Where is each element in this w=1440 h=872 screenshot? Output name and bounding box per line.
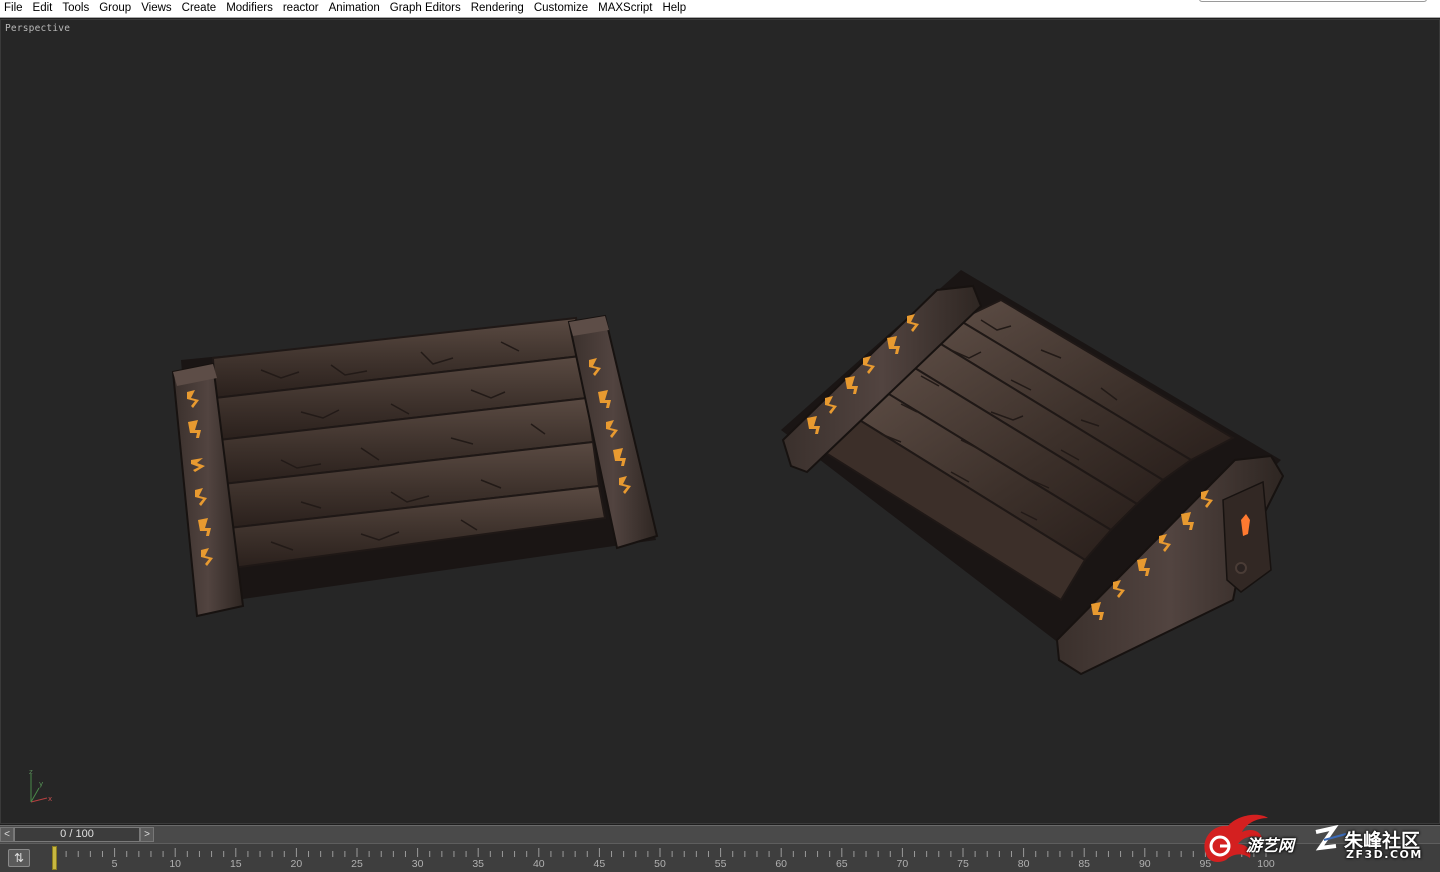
menu-edit[interactable]: Edit xyxy=(28,0,58,18)
menu-reactor[interactable]: reactor xyxy=(278,0,324,18)
menu-customize[interactable]: Customize xyxy=(529,0,593,18)
axis-x-label: x xyxy=(48,795,52,803)
perspective-viewport[interactable]: Perspective z y x xyxy=(0,19,1440,824)
time-slider-next-button[interactable]: > xyxy=(140,827,154,842)
menu-file[interactable]: File xyxy=(0,0,28,18)
ruler-label: 15 xyxy=(229,858,242,870)
time-slider-prev-button[interactable]: < xyxy=(0,827,14,842)
watermark-domain: ZF3D.COM xyxy=(1346,848,1423,861)
menu-graph-editors[interactable]: Graph Editors xyxy=(385,0,466,18)
ruler-label: 30 xyxy=(411,858,424,870)
menu-group[interactable]: Group xyxy=(94,0,136,18)
ruler-label: 40 xyxy=(532,858,545,870)
menu-create[interactable]: Create xyxy=(177,0,222,18)
menu-views[interactable]: Views xyxy=(136,0,176,18)
stair-model-right[interactable] xyxy=(781,270,1285,676)
ruler-label: 85 xyxy=(1078,858,1091,870)
ruler-label: 60 xyxy=(775,858,788,870)
ruler-label: 70 xyxy=(896,858,909,870)
ruler-label: 80 xyxy=(1017,858,1030,870)
watermark-site1: 游艺网 xyxy=(1246,836,1295,855)
ruler-label: 25 xyxy=(351,858,363,870)
axis-tripod-icon: z y x xyxy=(29,768,52,803)
ruler-label: 55 xyxy=(714,858,727,870)
menu-bar: File Edit Tools Group Views Create Modif… xyxy=(0,0,1440,18)
menu-help[interactable]: Help xyxy=(657,0,691,18)
ruler-label: 45 xyxy=(593,858,606,870)
menu-modifiers[interactable]: Modifiers xyxy=(221,0,278,18)
menu-rendering[interactable]: Rendering xyxy=(466,0,529,18)
menu-tools[interactable]: Tools xyxy=(57,0,94,18)
axis-z-label: z xyxy=(29,768,33,776)
ruler-label: 75 xyxy=(957,858,969,870)
ruler-label: 90 xyxy=(1138,858,1151,870)
ruler-label: 10 xyxy=(169,858,182,870)
current-frame-marker[interactable] xyxy=(52,846,57,870)
ruler-label: 65 xyxy=(835,858,848,870)
time-slider-thumb[interactable]: 0 / 100 xyxy=(14,827,140,842)
axis-y-label: y xyxy=(39,780,43,788)
ruler-label: 5 xyxy=(111,858,118,870)
ruler-label: 50 xyxy=(654,858,666,870)
ruler-label: 20 xyxy=(290,858,303,870)
ruler-label: 35 xyxy=(472,858,485,870)
stair-model-left[interactable] xyxy=(171,314,659,618)
watermark-logo: 游艺网 朱峰社区 ZF3D.COM xyxy=(1198,810,1440,872)
scene-render xyxy=(171,270,1285,676)
menu-animation[interactable]: Animation xyxy=(324,0,385,18)
search-field[interactable] xyxy=(1199,0,1427,2)
menu-maxscript[interactable]: MAXScript xyxy=(593,0,657,18)
